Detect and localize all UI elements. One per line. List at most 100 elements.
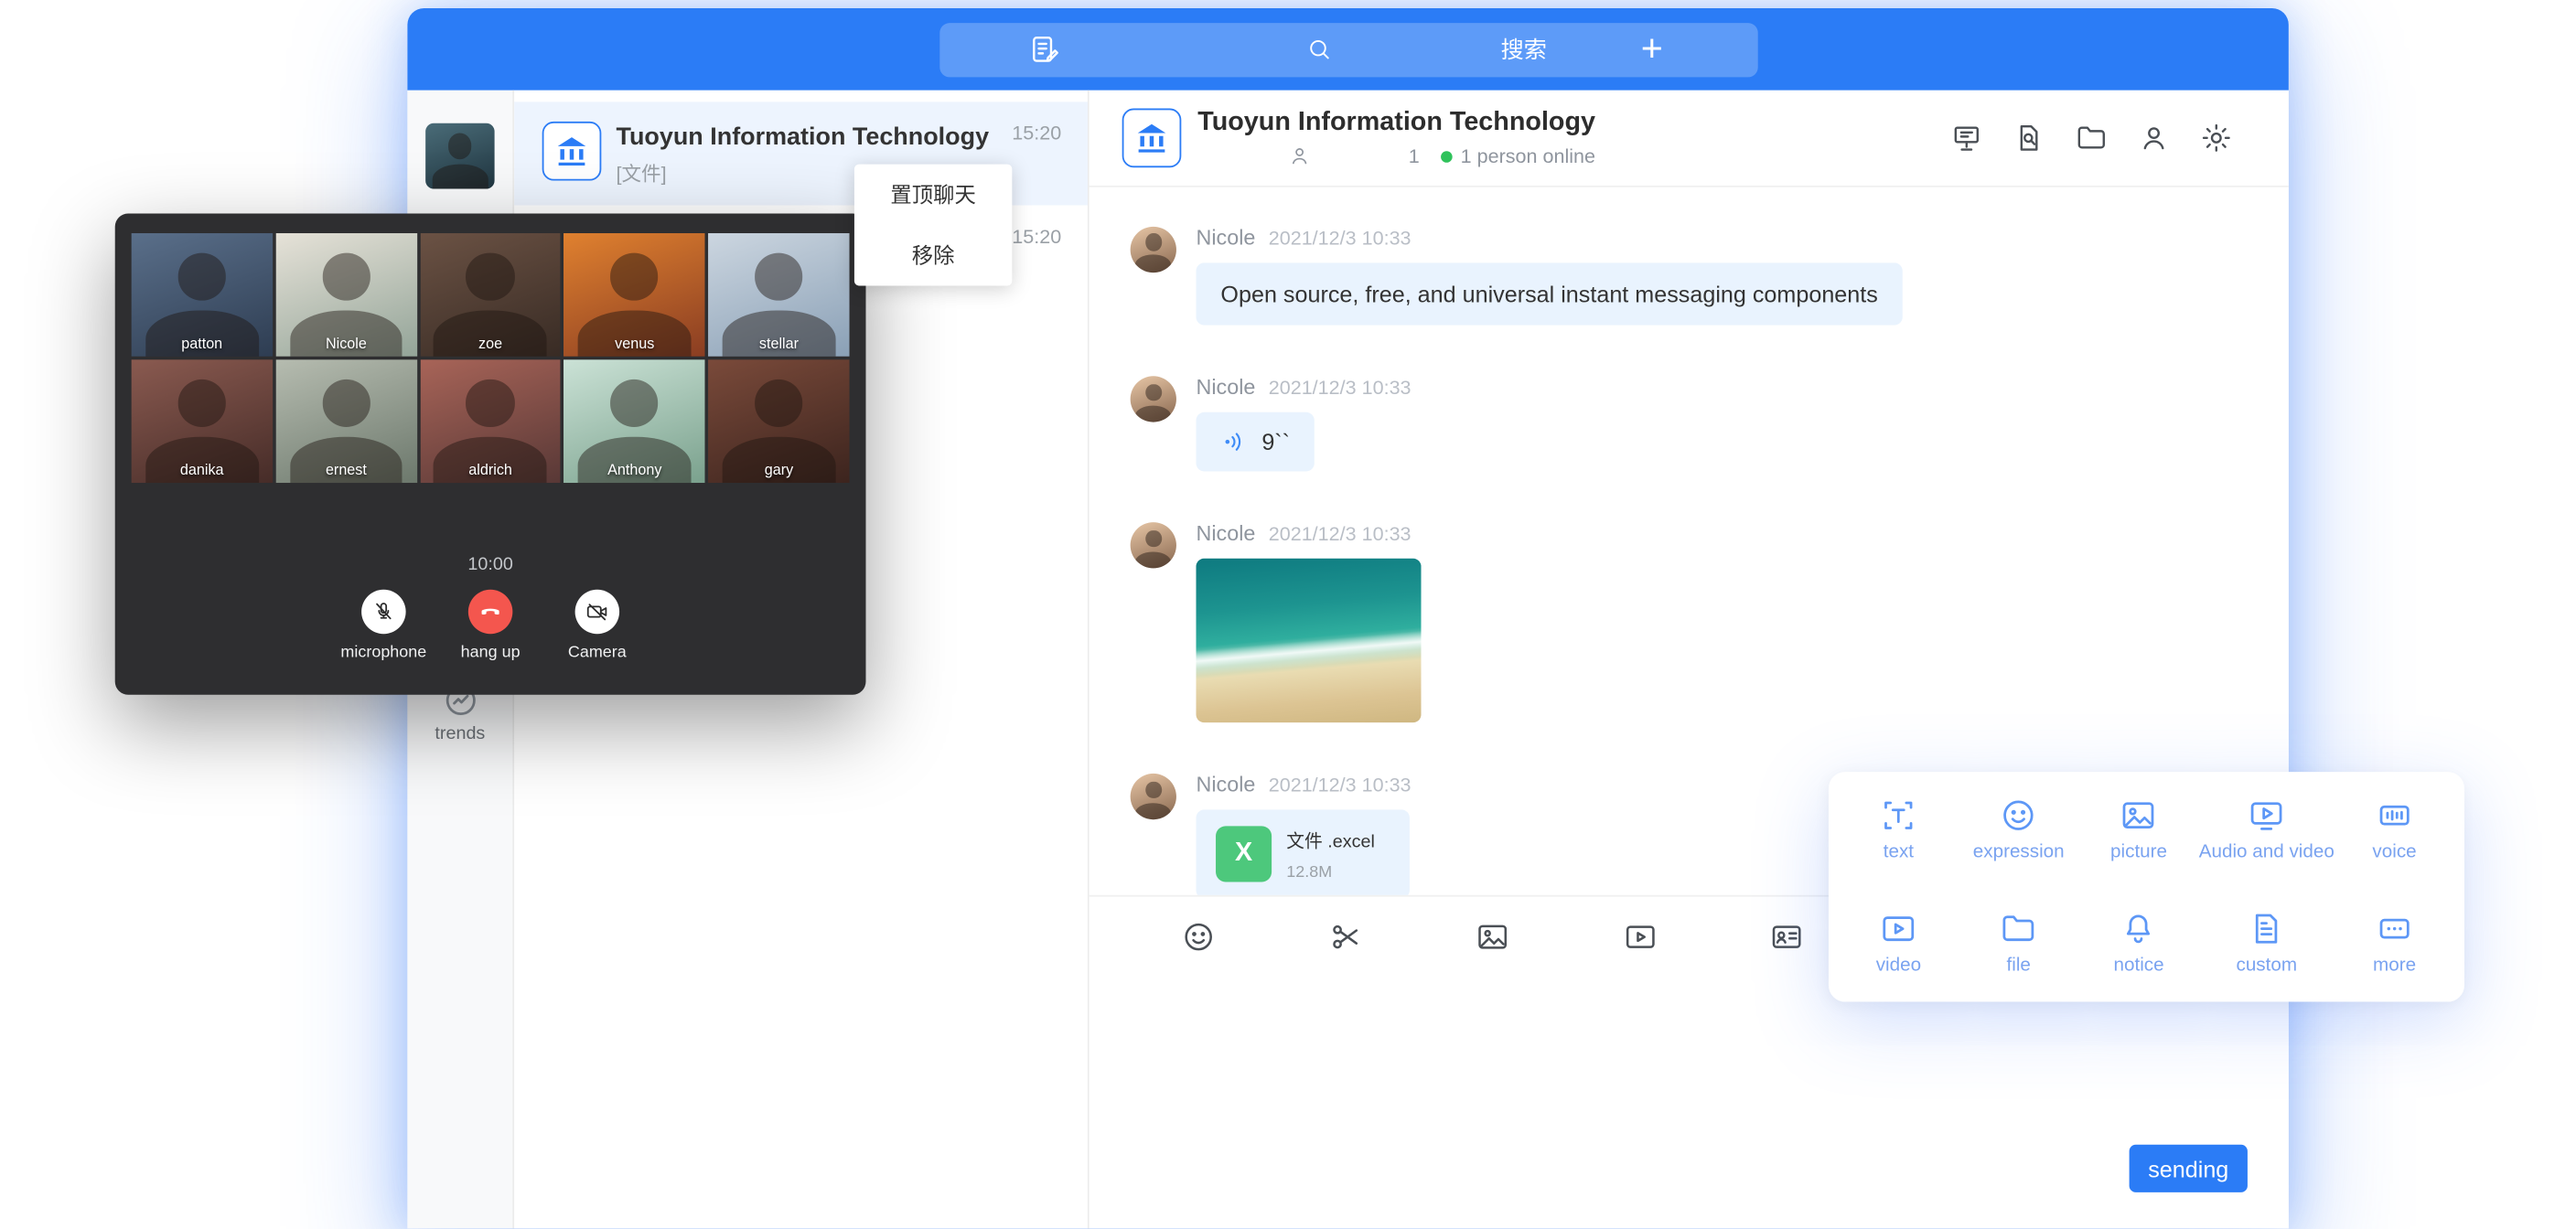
scissors-icon[interactable] <box>1329 920 1364 955</box>
quick-action-text[interactable]: text <box>1839 796 1959 889</box>
trends-label: trends <box>407 724 512 744</box>
user-avatar[interactable] <box>425 123 494 189</box>
notice-icon <box>2120 909 2157 946</box>
participant-name: venus <box>564 335 705 351</box>
camera-label: Camera <box>550 644 645 662</box>
emoji-icon[interactable] <box>1182 920 1217 955</box>
search-label: 搜索 <box>1501 33 1547 66</box>
quick-action-label: picture <box>2078 842 2198 862</box>
quick-action-custom[interactable]: custom <box>2199 909 2334 1001</box>
message-body: Nicole 2021/12/3 10:33 9`` <box>1196 375 1411 472</box>
microphone-button[interactable]: microphone <box>336 590 431 662</box>
add-button[interactable]: + <box>1547 22 1757 76</box>
image-icon[interactable] <box>1476 920 1510 955</box>
quick-action-panel: text expression picture Audio and video … <box>1829 772 2464 1001</box>
search-history-icon[interactable] <box>2012 122 2045 155</box>
search-input[interactable]: 搜索 <box>1149 22 1547 76</box>
video-icon[interactable] <box>1623 920 1658 955</box>
message-meta: Nicole 2021/12/3 10:33 <box>1196 521 1421 546</box>
file-name: 文件 .excel <box>1286 828 1375 854</box>
message-time: 2021/12/3 10:33 <box>1269 522 1411 545</box>
quick-action-audio-video[interactable]: Audio and video <box>2199 796 2334 889</box>
message: Nicole 2021/12/3 10:33 <box>1131 521 2248 723</box>
message-input-area[interactable]: sending <box>1089 984 2289 1229</box>
hangup-label: hang up <box>443 644 538 662</box>
video-tile: zoe <box>420 233 561 357</box>
participant-name: aldrich <box>420 462 561 478</box>
voice-message-bubble[interactable]: 9`` <box>1196 412 1315 472</box>
text-message-bubble[interactable]: Open source, free, and universal instant… <box>1196 262 1902 326</box>
conversation-title: Tuoyun Information Technology <box>617 123 990 152</box>
message-body: Nicole 2021/12/3 10:33 <box>1196 521 1421 723</box>
video-grid: patton Nicole zoe venus stellar danika e… <box>115 213 866 483</box>
message-sender: Nicole <box>1196 772 1255 796</box>
microphone-label: microphone <box>336 644 431 662</box>
remove-menu-item[interactable]: 移除 <box>854 225 1012 285</box>
building-icon <box>552 132 591 171</box>
message-meta: Nicole 2021/12/3 10:33 <box>1196 772 1411 796</box>
message-time: 2021/12/3 10:33 <box>1269 377 1411 400</box>
participant-name: Anthony <box>564 462 705 478</box>
plus-icon: + <box>1641 28 1663 69</box>
quick-action-more[interactable]: more <box>2334 909 2454 1001</box>
video-tile: venus <box>564 233 705 357</box>
message-time: 2021/12/3 10:33 <box>1269 774 1411 796</box>
quick-action-label: text <box>1839 842 1959 862</box>
pin-chat-menu-item[interactable]: 置顶聊天 <box>854 165 1012 225</box>
quick-action-file[interactable]: file <box>1959 909 2078 1001</box>
sender-avatar[interactable] <box>1131 377 1176 422</box>
sender-avatar[interactable] <box>1131 227 1176 273</box>
message: Nicole 2021/12/3 10:33 9`` <box>1131 375 2248 472</box>
message-body: Nicole 2021/12/3 10:33 X 文件 .excel 12.8M <box>1196 772 1411 894</box>
quick-action-voice[interactable]: voice <box>2334 796 2454 889</box>
new-chat-button[interactable] <box>939 22 1149 76</box>
participant-name: danika <box>132 462 273 478</box>
member-count: 1 <box>1409 144 1420 167</box>
announcement-icon[interactable] <box>1950 122 1983 155</box>
quick-action-notice[interactable]: notice <box>2078 909 2198 1001</box>
video-tile: Anthony <box>564 359 705 483</box>
participant-name: patton <box>132 335 273 351</box>
message-text: Open source, free, and universal instant… <box>1220 279 1877 309</box>
message-meta: Nicole 2021/12/3 10:33 <box>1196 375 1411 400</box>
chat-head-texts: Tuoyun Information Technology 1 1 person… <box>1197 109 1595 168</box>
conversation-context-menu: 置顶聊天 移除 <box>854 165 1012 286</box>
chat-avatar <box>1122 109 1182 168</box>
voice-icon <box>2376 796 2413 834</box>
send-button[interactable]: sending <box>2130 1145 2248 1192</box>
video-icon <box>1880 909 1917 946</box>
message-sender: Nicole <box>1196 225 1255 250</box>
folder-icon[interactable] <box>2075 122 2108 155</box>
quick-action-picture[interactable]: picture <box>2078 796 2198 889</box>
sender-avatar[interactable] <box>1131 774 1176 819</box>
organization-avatar <box>542 122 602 181</box>
file-message-bubble[interactable]: X 文件 .excel 12.8M <box>1196 810 1409 895</box>
expression-icon <box>2000 796 2037 834</box>
voice-duration: 9`` <box>1261 429 1290 455</box>
participant-name: stellar <box>708 335 849 351</box>
message-meta: Nicole 2021/12/3 10:33 <box>1196 225 1902 250</box>
sender-avatar[interactable] <box>1131 522 1176 568</box>
hangup-button[interactable]: hang up <box>443 590 538 662</box>
voice-wave-icon <box>1220 427 1250 456</box>
participant-name: gary <box>708 462 849 478</box>
quick-action-label: more <box>2334 955 2454 975</box>
contacts-icon[interactable] <box>2138 122 2171 155</box>
settings-icon[interactable] <box>2200 122 2233 155</box>
chat-header-actions <box>1950 122 2233 155</box>
call-timer: 10:00 <box>115 555 866 575</box>
quick-action-label: expression <box>1959 842 2078 862</box>
card-icon[interactable] <box>1770 920 1805 955</box>
video-tile: stellar <box>708 233 849 357</box>
stage: 搜索 + trends <box>0 0 2576 1228</box>
quick-action-label: video <box>1839 955 1959 975</box>
conversation-time: 15:20 <box>1012 225 1061 248</box>
message-body: Nicole 2021/12/3 10:33 Open source, free… <box>1196 225 1902 326</box>
camera-button[interactable]: Camera <box>550 590 645 662</box>
online-status: 1 person online <box>1461 144 1595 167</box>
quick-action-video[interactable]: video <box>1839 909 1959 1001</box>
image-message[interactable] <box>1196 559 1421 723</box>
quick-action-expression[interactable]: expression <box>1959 796 2078 889</box>
topbar: 搜索 + <box>407 8 2288 91</box>
chat-meta: 1 1 person online <box>1197 144 1595 167</box>
